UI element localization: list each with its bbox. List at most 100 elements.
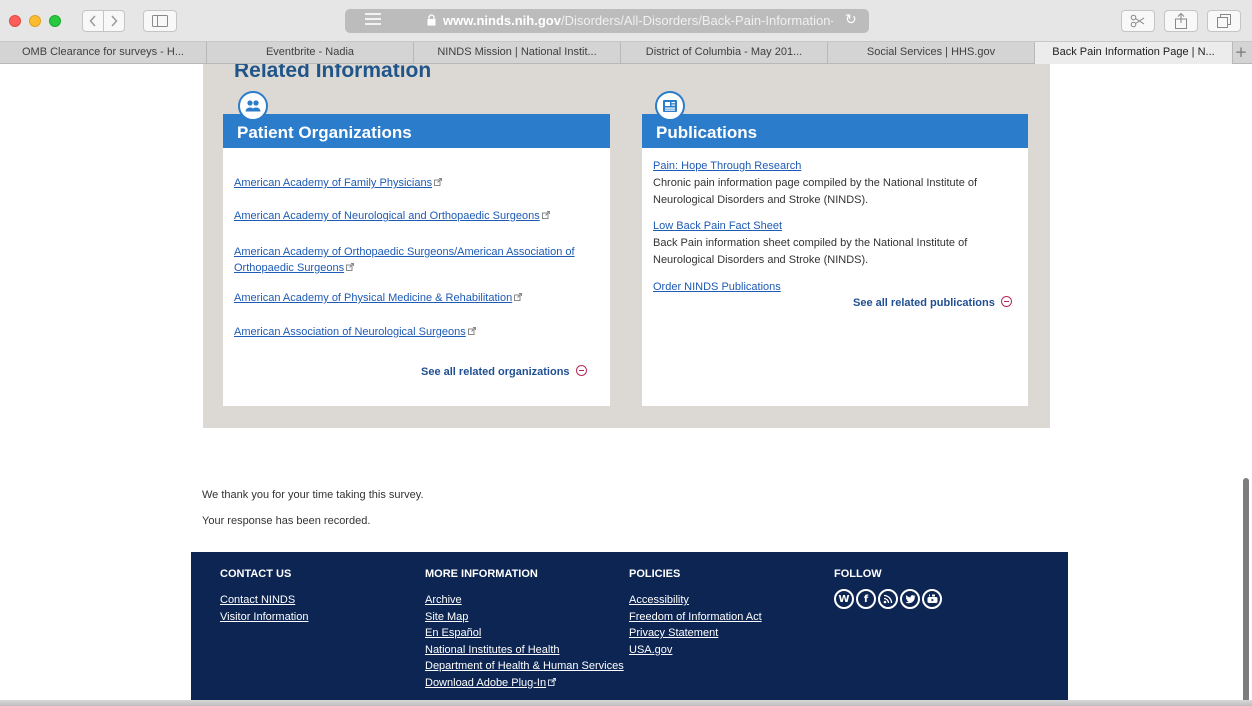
footer-link-nih[interactable]: National Institutes of Health (425, 642, 624, 659)
tab-social-services[interactable]: Social Services | HHS.gov (828, 42, 1035, 64)
twitter-icon[interactable] (900, 589, 920, 609)
footer-follow-column: FOLLOW W f (834, 568, 942, 609)
footer-link-archive[interactable]: Archive (425, 592, 624, 609)
footer-link-foia[interactable]: Freedom of Information Act (629, 609, 762, 626)
zoom-window-button[interactable] (49, 15, 61, 27)
footer-contact-column: CONTACT US Contact NINDS Visitor Informa… (220, 568, 308, 625)
chevron-left-icon (89, 15, 96, 27)
card-header: Publications (642, 114, 1028, 148)
publications-card: Publications Pain: Hope Through Research… (642, 114, 1028, 406)
tab-label: NINDS Mission | National Instit... (437, 46, 597, 58)
external-link-icon (541, 211, 550, 219)
tab-eventbrite[interactable]: Eventbrite - Nadia (207, 42, 414, 64)
footer-link-visitor-information[interactable]: Visitor Information (220, 609, 308, 626)
related-information-heading: Related Information (234, 64, 432, 82)
facebook-icon[interactable]: f (856, 589, 876, 609)
tab-district-of-columbia[interactable]: District of Columbia - May 201... (621, 42, 828, 64)
page-content: Related Information Patient Organization… (0, 64, 1252, 706)
card-header: Patient Organizations (223, 114, 610, 148)
link-text: American Academy of Physical Medicine & … (234, 292, 513, 304)
publication-link-order-ninds[interactable]: Order NINDS Publications (653, 281, 781, 293)
link-text: Download Adobe Plug-In (425, 676, 547, 689)
see-all-organizations-link[interactable]: See all related organizations (421, 365, 587, 378)
sidebar-icon (152, 15, 168, 27)
url-text: www.ninds.nih.gov/Disorders/All-Disorder… (443, 13, 833, 28)
wordpress-icon[interactable]: W (834, 589, 854, 609)
patient-organizations-title: Patient Organizations (237, 123, 412, 142)
footer-link-accessibility[interactable]: Accessibility (629, 592, 762, 609)
footer-link-site-map[interactable]: Site Map (425, 609, 624, 626)
org-link-neurological-orthopaedic[interactable]: American Academy of Neurological and Ort… (234, 210, 550, 222)
link-text: American Academy of Family Physicians (234, 177, 433, 189)
back-button[interactable] (82, 10, 104, 32)
sidebar-button[interactable] (143, 10, 177, 32)
org-link-orthopaedic-surgeons[interactable]: American Academy of Orthopaedic Surgeons… (234, 244, 575, 276)
footer-heading: FOLLOW (834, 568, 882, 580)
external-link-icon (346, 263, 355, 271)
footer-link-usa-gov[interactable]: USA.gov (629, 642, 762, 659)
footer-heading: CONTACT US (220, 568, 292, 580)
tab-label: OMB Clearance for surveys - H... (22, 46, 184, 58)
forward-button[interactable] (103, 10, 125, 32)
link-text: Pain: Hope Through Research (653, 160, 802, 172)
footer-policies-column: POLICIES Accessibility Freedom of Inform… (629, 568, 762, 658)
external-link-icon (467, 327, 476, 335)
site-footer: CONTACT US Contact NINDS Visitor Informa… (191, 552, 1068, 706)
footer-link-adobe-plugin[interactable]: Download Adobe Plug-In (425, 675, 624, 692)
scissors-icon (1130, 14, 1145, 28)
org-link-physical-medicine[interactable]: American Academy of Physical Medicine & … (234, 292, 523, 304)
link-text: Order NINDS Publications (653, 281, 781, 293)
footer-link-en-espanol[interactable]: En Español (425, 625, 624, 642)
page-scrollbar[interactable] (1243, 478, 1249, 703)
share-icon (1175, 13, 1187, 29)
link-text: Low Back Pain Fact Sheet (653, 220, 783, 232)
footer-link-hhs[interactable]: Department of Health & Human Services (425, 658, 624, 675)
share-button[interactable] (1164, 10, 1198, 32)
tab-label: District of Columbia - May 201... (645, 46, 803, 58)
external-link-icon (548, 677, 557, 686)
lock-icon (427, 14, 436, 26)
link-text: See all related organizations (421, 366, 570, 378)
reader-view-icon[interactable] (365, 13, 381, 28)
browser-toolbar: www.ninds.nih.gov/Disorders/All-Disorder… (0, 0, 1252, 42)
survey-thanks-text: We thank you for your time taking this s… (202, 489, 424, 501)
publications-title: Publications (656, 123, 758, 142)
footer-link-contact-ninds[interactable]: Contact NINDS (220, 592, 308, 609)
footer-more-information-column: MORE INFORMATION Archive Site Map En Esp… (425, 568, 624, 691)
publication-link-low-back-pain[interactable]: Low Back Pain Fact Sheet (653, 220, 782, 232)
external-link-icon (514, 293, 523, 301)
footer-heading: MORE INFORMATION (425, 568, 538, 580)
tab-omb-clearance[interactable]: OMB Clearance for surveys - H... (0, 42, 207, 64)
show-tabs-button[interactable] (1207, 10, 1241, 32)
reload-icon[interactable]: ↻ (845, 12, 857, 28)
rss-icon[interactable] (878, 589, 898, 609)
publication-description: Chronic pain information page compiled b… (653, 177, 978, 206)
link-text: See all related publications (853, 297, 995, 309)
footer-heading: POLICIES (629, 568, 681, 580)
tab-back-pain-information[interactable]: Back Pain Information Page | N... (1035, 42, 1233, 64)
publication-link-pain-hope[interactable]: Pain: Hope Through Research (653, 160, 801, 172)
arrow-right-circle-icon (1000, 296, 1012, 307)
patient-organizations-card: Patient Organizations American Academy o… (223, 114, 610, 406)
org-link-neurological-surgeons[interactable]: American Association of Neurological Sur… (234, 326, 476, 338)
youtube-icon[interactable] (922, 589, 942, 609)
tab-ninds-mission[interactable]: NINDS Mission | National Instit... (414, 42, 621, 64)
new-tab-button[interactable]: + (1234, 42, 1248, 64)
link-text: Orthopaedic Surgeons (234, 262, 345, 274)
publication-description: Back Pain information sheet compiled by … (653, 237, 968, 266)
address-bar[interactable]: www.ninds.nih.gov/Disorders/All-Disorder… (345, 9, 869, 33)
tab-label: Back Pain Information Page | N... (1052, 46, 1215, 58)
close-window-button[interactable] (9, 15, 21, 27)
link-text: American Association of Neurological Sur… (234, 326, 466, 338)
footer-link-privacy[interactable]: Privacy Statement (629, 625, 762, 642)
minimize-window-button[interactable] (29, 15, 41, 27)
extension-button[interactable] (1121, 10, 1155, 32)
tab-bar: OMB Clearance for surveys - H... Eventbr… (0, 42, 1252, 64)
arrow-right-circle-icon (575, 365, 587, 376)
newspaper-icon (655, 91, 685, 121)
org-link-family-physicians[interactable]: American Academy of Family Physicians (234, 177, 443, 189)
people-icon (238, 91, 268, 121)
tab-label: Social Services | HHS.gov (866, 46, 996, 58)
tabs-overview-icon (1217, 14, 1231, 28)
see-all-publications-link[interactable]: See all related publications (853, 296, 1012, 309)
